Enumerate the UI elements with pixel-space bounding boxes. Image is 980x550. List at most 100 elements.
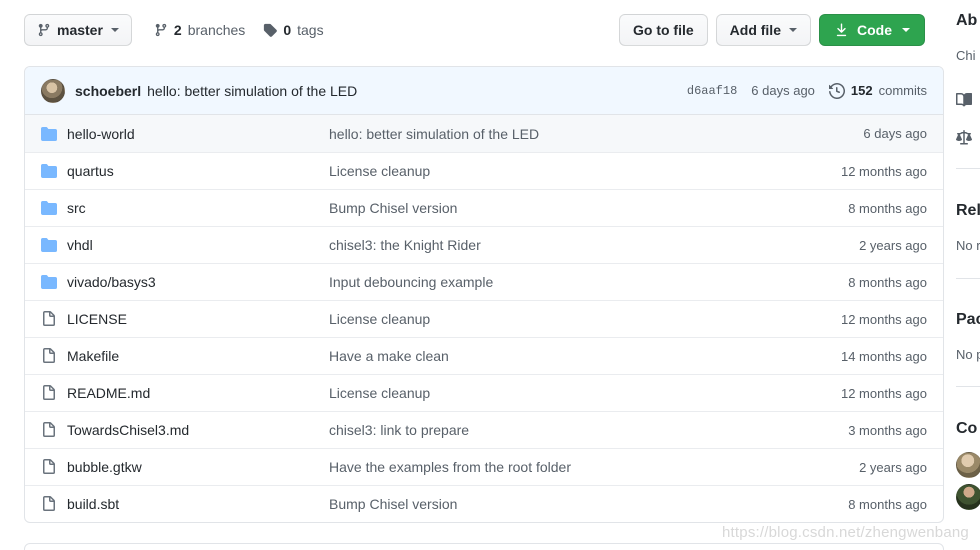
about-description: Chi	[956, 48, 976, 63]
code-button[interactable]: Code	[819, 14, 925, 46]
file-icon	[41, 348, 67, 364]
git-branch-icon	[154, 22, 168, 38]
folder-icon	[41, 126, 67, 142]
commit-age: 8 months ago	[848, 496, 927, 512]
file-name-link[interactable]: vhdl	[67, 237, 329, 253]
tags-count: 0	[283, 22, 292, 38]
file-name-link[interactable]: Makefile	[67, 348, 329, 364]
packages-empty-text: No p	[956, 347, 980, 362]
file-name-link[interactable]: TowardsChisel3.md	[67, 422, 329, 438]
commit-age: 12 months ago	[840, 311, 927, 327]
commit-message-link[interactable]: hello: better simulation of the LED	[147, 83, 357, 99]
commit-message-link[interactable]: Have the examples from the root folder	[329, 459, 859, 475]
file-name-link[interactable]: README.md	[67, 385, 329, 401]
table-row[interactable]: bubble.gtkw Have the examples from the ro…	[25, 448, 943, 485]
branch-name-label: master	[57, 22, 103, 38]
commit-message-link[interactable]: hello: better simulation of the LED	[329, 126, 863, 142]
chevron-down-icon	[902, 28, 910, 32]
releases-heading: Rel	[956, 202, 980, 219]
file-rows: hello-world hello: better simulation of t…	[25, 115, 943, 522]
repo-primary-actions: Go to file Add file Code	[618, 14, 925, 46]
file-icon	[41, 385, 67, 401]
table-row[interactable]: build.sbt Bump Chisel version 8 months ago	[25, 485, 943, 522]
contributors-heading: Co	[956, 420, 978, 437]
commit-age: 8 months ago	[848, 200, 927, 216]
avatar[interactable]	[41, 78, 65, 103]
repo-sidebar: Ab Chi Rel No r Pac No p Co	[956, 0, 980, 550]
file-name-link[interactable]: vivado/basys3	[67, 274, 329, 290]
repo-actions-toolbar: master 2 branches 0 tags Go to file Add …	[0, 0, 945, 60]
file-list-container: schoeberl hello: better simulation of th…	[24, 66, 944, 523]
commit-message-link[interactable]: License cleanup	[329, 385, 841, 401]
table-row[interactable]: src Bump Chisel version 8 months ago	[25, 189, 943, 226]
sidebar-divider	[956, 386, 980, 387]
table-row[interactable]: vivado/basys3 Input debouncing example 8 m…	[25, 263, 943, 300]
tags-label: tags	[297, 22, 324, 38]
table-row[interactable]: README.md License cleanup 12 months ago	[25, 374, 943, 411]
table-row[interactable]: TowardsChisel3.md chisel3: link to prepar…	[25, 411, 943, 448]
git-branch-icon	[37, 22, 51, 38]
file-icon	[41, 496, 67, 512]
branch-selector-button[interactable]: master	[24, 14, 132, 46]
commit-age: 2 years ago	[859, 237, 927, 253]
commit-message-link[interactable]: Bump Chisel version	[329, 200, 848, 216]
sidebar-divider	[956, 278, 980, 279]
commit-message-link[interactable]: Bump Chisel version	[329, 496, 848, 512]
commit-age: 8 months ago	[848, 274, 927, 290]
tags-link[interactable]: 0 tags	[263, 22, 324, 38]
file-icon	[41, 422, 67, 438]
file-name-link[interactable]: bubble.gtkw	[67, 459, 329, 475]
code-label: Code	[857, 22, 892, 38]
go-to-file-button[interactable]: Go to file	[618, 14, 708, 46]
contributor-avatars	[956, 452, 980, 510]
commit-message-link[interactable]: chisel3: the Knight Rider	[329, 237, 859, 253]
commit-message-link[interactable]: Have a make clean	[329, 348, 841, 364]
branches-count: 2	[173, 22, 182, 38]
commits-label: commits	[878, 83, 927, 98]
table-row[interactable]: vhdl chisel3: the Knight Rider 2 years ago	[25, 226, 943, 263]
commit-sha[interactable]: d6aaf18	[687, 84, 737, 98]
commit-meta: d6aaf18 6 days ago 152 commits	[687, 82, 927, 99]
watermark: https://blog.csdn.net/zhengwenbang	[722, 524, 969, 541]
file-name-link[interactable]: quartus	[67, 163, 329, 179]
branches-label: branches	[187, 22, 246, 38]
commit-age: 6 days ago	[751, 83, 815, 98]
releases-empty-text: No r	[956, 238, 980, 253]
folder-icon	[41, 163, 67, 179]
commit-message-link[interactable]: Input debouncing example	[329, 274, 848, 290]
commit-message-link[interactable]: License cleanup	[329, 163, 841, 179]
commits-count-link[interactable]: 152 commits	[828, 82, 927, 99]
commit-message-link[interactable]: chisel3: link to prepare	[329, 422, 848, 438]
commit-age: 12 months ago	[840, 163, 927, 179]
folder-icon	[41, 200, 67, 216]
branches-link[interactable]: 2 branches	[154, 22, 245, 38]
commit-age: 6 days ago	[863, 126, 927, 141]
history-icon	[828, 82, 845, 99]
chevron-down-icon	[110, 28, 119, 32]
add-file-button[interactable]: Add file	[715, 14, 811, 46]
commit-author-link[interactable]: schoeberl	[75, 83, 141, 99]
file-icon	[41, 459, 67, 475]
avatar[interactable]	[956, 484, 980, 510]
table-row[interactable]: Makefile Have a make clean 14 months ago	[25, 337, 943, 374]
about-heading: Ab	[956, 12, 978, 29]
table-row[interactable]: hello-world hello: better simulation of t…	[25, 115, 943, 152]
commit-age: 12 months ago	[840, 385, 927, 401]
license-link[interactable]	[956, 130, 980, 146]
avatar[interactable]	[956, 452, 980, 478]
repository-page: master 2 branches 0 tags Go to file Add …	[0, 0, 980, 550]
file-name-link[interactable]: LICENSE	[67, 311, 329, 327]
file-icon	[41, 311, 67, 327]
table-row[interactable]: LICENSE License cleanup 12 months ago	[25, 300, 943, 337]
commit-message-link[interactable]: License cleanup	[329, 311, 841, 327]
add-file-label: Add file	[729, 22, 781, 38]
file-name-link[interactable]: hello-world	[67, 126, 329, 142]
table-row[interactable]: quartus License cleanup 12 months ago	[25, 152, 943, 189]
tag-icon	[263, 22, 278, 38]
file-name-link[interactable]: src	[67, 200, 329, 216]
file-name-link[interactable]: build.sbt	[67, 496, 329, 512]
readme-link[interactable]	[956, 92, 980, 108]
commits-number: 152	[850, 83, 873, 98]
repo-meta-links: 2 branches 0 tags	[154, 22, 324, 38]
sidebar-divider	[956, 168, 980, 169]
